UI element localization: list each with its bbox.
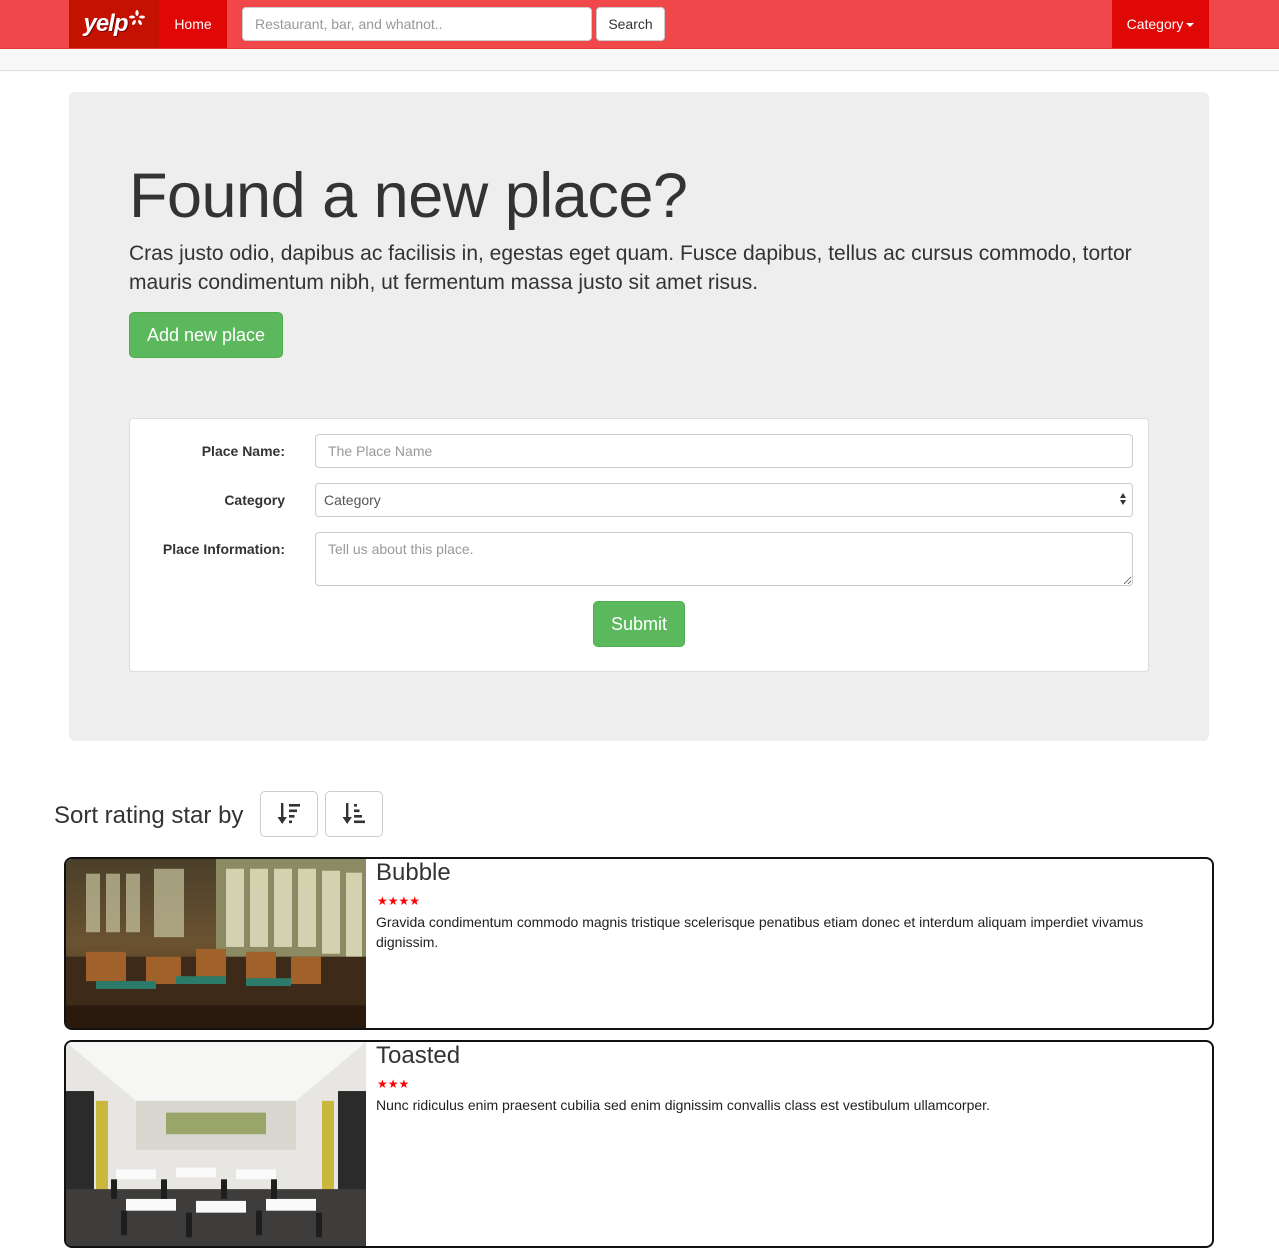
place-info-textarea[interactable] — [315, 532, 1133, 586]
place-card[interactable]: Toasted ★★★ Nunc ridiculus enim praesent… — [64, 1040, 1214, 1248]
yelp-burst-icon — [128, 10, 145, 26]
search-button[interactable]: Search — [596, 7, 665, 41]
hero-text: Cras justo odio, dapibus ac facilisis in… — [129, 242, 1132, 294]
place-photo — [66, 859, 366, 1028]
logo-wordmark: yelp — [83, 10, 128, 37]
place-name-input[interactable] — [315, 434, 1133, 468]
place-name[interactable]: Bubble — [376, 859, 451, 887]
yelp-logo[interactable]: yelp — [69, 0, 159, 48]
place-photo — [66, 1042, 366, 1246]
search-input[interactable] — [242, 7, 592, 41]
category-select[interactable]: Category — [315, 483, 1133, 517]
place-card[interactable]: Bubble ★★★★ Gravida condimentum commodo … — [64, 857, 1214, 1030]
category-dropdown-label: Category — [1126, 16, 1184, 32]
caret-down-icon — [1186, 23, 1195, 27]
rating-stars: ★★★ — [377, 1077, 410, 1091]
sort-ascending-button[interactable] — [325, 791, 383, 837]
place-description: Nunc ridiculus enim praesent cubilia sed… — [376, 1097, 990, 1113]
place-info-label: Place Information: — [162, 541, 285, 557]
add-new-place-button[interactable]: Add new place — [129, 312, 283, 358]
top-navbar: yelp Home Search Category — [0, 0, 1279, 49]
place-description: Gravida condimentum commodo magnis trist… — [376, 914, 1144, 950]
rating-stars: ★★★★ — [377, 894, 421, 908]
sort-descending-icon — [277, 803, 300, 824]
category-dropdown[interactable]: Category — [1112, 0, 1209, 48]
category-label: Category — [224, 492, 285, 508]
place-name-label: Place Name: — [201, 443, 285, 459]
hero-title: Found a new place? — [129, 161, 688, 231]
sort-descending-button[interactable] — [260, 791, 318, 837]
submit-button[interactable]: Submit — [593, 601, 685, 647]
sort-label: Sort rating star by — [54, 802, 244, 829]
navbar-subbar — [0, 49, 1279, 71]
place-name[interactable]: Toasted — [376, 1042, 460, 1070]
nav-home-link[interactable]: Home — [159, 0, 227, 48]
category-select-value: Category — [324, 492, 381, 508]
sort-ascending-icon — [342, 803, 365, 824]
hero-panel: Found a new place? Cras justo odio, dapi… — [69, 92, 1209, 741]
add-place-form: Place Name: Category Category Place Info… — [129, 418, 1149, 672]
select-arrows-icon — [1120, 493, 1126, 505]
